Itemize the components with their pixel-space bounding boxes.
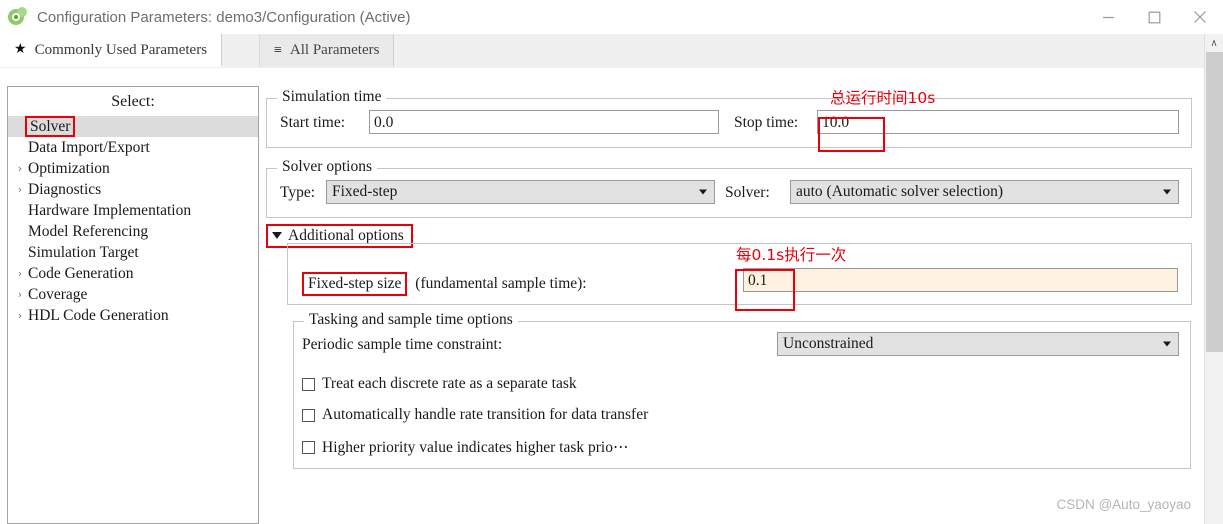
tab-bar: ★ Commonly Used Parameters ≡ All Paramet… <box>0 34 1223 69</box>
close-icon[interactable] <box>1177 0 1223 34</box>
checkbox-label: Automatically handle rate transition for… <box>322 406 649 423</box>
periodic-sample-time-constraint-dropdown[interactable]: Unconstrained <box>777 332 1179 356</box>
tab-label: Commonly Used Parameters <box>34 41 208 58</box>
chevron-down-icon <box>1163 341 1171 347</box>
tab-all-parameters[interactable]: ≡ All Parameters <box>259 34 395 67</box>
start-time-input[interactable]: 0.0 <box>369 110 719 134</box>
fixed-step-size-suffix: (fundamental sample time): <box>415 275 587 292</box>
chevron-right-icon[interactable]: › <box>12 288 28 301</box>
chevron-right-icon[interactable]: › <box>12 162 28 175</box>
chevron-down-icon <box>1163 189 1171 195</box>
maximize-icon[interactable] <box>1131 0 1177 34</box>
tab-label: All Parameters <box>289 42 380 58</box>
window-title: Configuration Parameters: demo3/Configur… <box>37 8 411 26</box>
sidebar-item-data-import-export[interactable]: Data Import/Export <box>8 137 258 158</box>
parameters-pane: Simulation time Start time: 0.0 Stop tim… <box>266 86 1194 524</box>
solver-type-label: Type: <box>280 184 316 201</box>
sidebar-item-optimization[interactable]: › Optimization <box>8 158 258 179</box>
checkbox-row-higher-priority[interactable]: Higher priority value indicates higher t… <box>302 438 628 457</box>
periodic-sample-time-constraint-label: Periodic sample time constraint: <box>302 336 503 353</box>
sidebar-item-label: HDL Code Generation <box>28 306 169 324</box>
sidebar-item-label: Simulation Target <box>28 243 139 261</box>
solver-dropdown[interactable]: auto (Automatic solver selection) <box>790 180 1179 204</box>
chevron-right-icon[interactable]: › <box>12 267 28 280</box>
triangle-down-icon <box>272 232 282 239</box>
group-title: Simulation time <box>277 88 387 106</box>
checkbox-label: Treat each discrete rate as a separate t… <box>322 375 577 392</box>
checkbox-row-rate-transition[interactable]: Automatically handle rate transition for… <box>302 406 648 424</box>
vertical-scrollbar[interactable]: ∧ <box>1204 34 1223 524</box>
group-title: Tasking and sample time options <box>304 311 518 329</box>
solver-label: Solver: <box>725 184 770 201</box>
fixed-step-size-text: Fixed-step size <box>302 272 408 296</box>
sidebar-item-label: Data Import/Export <box>28 138 150 156</box>
sidebar-item-hdl-code-generation[interactable]: › HDL Code Generation <box>8 305 258 326</box>
annotation-total-runtime: 总运行时间10s <box>830 89 936 107</box>
chevron-right-icon[interactable]: › <box>12 183 28 196</box>
fixed-step-size-input[interactable]: 0.1 <box>743 268 1178 292</box>
tab-commonly-used-parameters[interactable]: ★ Commonly Used Parameters <box>0 34 223 67</box>
constraint-value: Unconstrained <box>783 335 874 352</box>
chevron-right-icon[interactable]: › <box>12 309 28 322</box>
sidebar-item-label: Diagnostics <box>28 180 102 198</box>
solver-value: auto (Automatic solver selection) <box>796 183 1004 200</box>
window-controls <box>1085 0 1223 34</box>
sidebar-item-label: Code Generation <box>28 264 134 282</box>
scroll-up-icon[interactable]: ∧ <box>1205 34 1223 52</box>
group-title: Solver options <box>277 158 377 176</box>
select-tree-panel: Select: Solver Data Import/Export › Opti… <box>7 86 259 524</box>
checkbox-icon[interactable] <box>302 441 315 454</box>
checkbox-icon[interactable] <box>302 377 315 391</box>
sidebar-item-solver[interactable]: Solver <box>8 115 258 137</box>
content-area: Select: Solver Data Import/Export › Opti… <box>0 68 1223 524</box>
sidebar-item-hardware-implementation[interactable]: Hardware Implementation <box>8 200 258 221</box>
sidebar-item-label: Solver <box>25 115 76 137</box>
sidebar-item-label: Model Referencing <box>28 222 149 240</box>
watermark: CSDN @Auto_yaoyao <box>1056 497 1191 512</box>
sidebar-item-diagnostics[interactable]: › Diagnostics <box>8 179 258 200</box>
checkbox-row-separate-task[interactable]: Treat each discrete rate as a separate t… <box>302 375 577 393</box>
sidebar-item-model-referencing[interactable]: Model Referencing <box>8 221 258 242</box>
additional-options-label: Additional options <box>288 226 404 244</box>
solver-type-value: Fixed-step <box>332 183 398 200</box>
annotation-step-period: 每0.1s执行一次 <box>736 246 847 264</box>
sidebar-item-coverage[interactable]: › Coverage <box>8 284 258 305</box>
simulink-logo-icon <box>8 7 28 27</box>
start-time-label: Start time: <box>280 114 346 131</box>
select-label: Select: <box>111 93 155 110</box>
solver-type-dropdown[interactable]: Fixed-step <box>326 180 715 204</box>
title-bar: Configuration Parameters: demo3/Configur… <box>0 0 1223 34</box>
minimize-icon[interactable] <box>1085 0 1131 34</box>
sidebar-item-label: Optimization <box>28 159 110 177</box>
fixed-step-size-label: Fixed-step size (fundamental sample time… <box>302 272 587 296</box>
chevron-down-icon <box>699 189 707 195</box>
sidebar-item-label: Coverage <box>28 285 88 303</box>
checkbox-label: Higher priority value indicates higher t… <box>322 439 629 456</box>
sidebar-item-label: Hardware Implementation <box>28 201 192 219</box>
scrollbar-thumb[interactable] <box>1206 52 1223 352</box>
sidebar-item-code-generation[interactable]: › Code Generation <box>8 263 258 284</box>
stop-time-input[interactable]: 10.0 <box>817 110 1179 134</box>
stop-time-label: Stop time: <box>734 114 799 131</box>
list-icon: ≡ <box>274 42 282 58</box>
checkbox-icon[interactable] <box>302 408 315 422</box>
sidebar-item-simulation-target[interactable]: Simulation Target <box>8 242 258 263</box>
star-icon: ★ <box>14 42 27 57</box>
